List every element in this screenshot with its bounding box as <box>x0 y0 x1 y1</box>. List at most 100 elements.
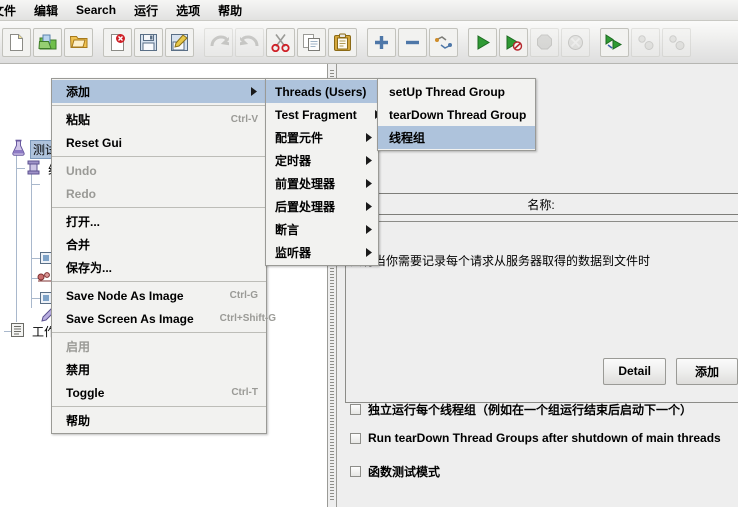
checkbox-box[interactable] <box>350 466 361 477</box>
ctx-merge[interactable]: 合并 <box>52 233 266 256</box>
ctx-open-label: 打开... <box>66 215 101 229</box>
chevron-right-icon <box>348 248 373 257</box>
ctx-save-node-as-image-accel: Ctrl-G <box>229 290 258 301</box>
stop-remote-all-button[interactable] <box>631 27 660 57</box>
paste-button[interactable] <box>328 27 357 57</box>
submenu-pre-processor[interactable]: 前置处理器 <box>266 172 378 195</box>
chevron-right-icon <box>348 179 373 188</box>
ctx-save-node-as-image[interactable]: Save Node As Image Ctrl-G <box>52 284 266 307</box>
ctx-enable-label: 启用 <box>66 340 91 354</box>
ctx-undo[interactable]: Undo <box>52 159 266 182</box>
checkbox-label: Run tearDown Thread Groups after shutdow… <box>368 431 721 445</box>
add-submenu[interactable]: Threads (Users) Test Fragment 配置元件 定时器 前… <box>265 78 391 266</box>
tree-line <box>16 168 25 169</box>
ctx-disable[interactable]: 禁用 <box>52 358 266 381</box>
ctx-save-node-as-image-label: Save Node As Image <box>66 288 184 303</box>
submenu-test-fragment[interactable]: Test Fragment <box>266 103 381 126</box>
close-button[interactable] <box>103 27 132 57</box>
ctx-redo[interactable]: Redo <box>52 182 266 205</box>
checkbox-run-thread-groups-consecutively[interactable]: 独立运行每个线程组（例如在一个组运行结束后启动下一个） <box>350 401 692 418</box>
submenu-config-element-label: 配置元件 <box>275 131 324 145</box>
threads-users-submenu[interactable]: setUp Thread Group tearDown Thread Group… <box>377 78 536 151</box>
start-button[interactable] <box>468 27 497 57</box>
redo-button[interactable] <box>235 27 264 57</box>
collapse-all-button[interactable] <box>398 27 427 57</box>
submenu-assertion[interactable]: 断言 <box>266 218 378 241</box>
ctx-save-as[interactable]: 保存为... <box>52 256 266 279</box>
menu-file[interactable]: 文件 <box>0 0 25 21</box>
ctx-paste[interactable]: 粘贴 Ctrl-V <box>52 108 266 131</box>
expand-all-button[interactable] <box>367 27 396 57</box>
name-field-row: 名称: <box>344 193 738 215</box>
threads-thread-group-label: 线程组 <box>389 131 426 145</box>
toggle-button[interactable] <box>429 27 458 57</box>
editor-button-row: Detail 添加 <box>337 354 738 388</box>
ctx-merge-label: 合并 <box>66 238 91 252</box>
ctx-toggle-accel: Ctrl-T <box>231 387 258 398</box>
submenu-timer-label: 定时器 <box>275 154 312 168</box>
add-button[interactable]: 添加 <box>676 357 738 385</box>
menu-bar: 文件 编辑 Search 运行 选项 帮助 <box>0 0 738 21</box>
ctx-enable[interactable]: 启用 <box>52 335 266 358</box>
submenu-pre-processor-label: 前置处理器 <box>275 177 336 191</box>
threads-teardown-thread-group-label: tearDown Thread Group <box>389 107 527 122</box>
copy-button[interactable] <box>297 27 326 57</box>
threads-thread-group[interactable]: 线程组 <box>378 126 535 149</box>
save-as-button[interactable] <box>165 27 194 57</box>
new-from-template-button[interactable] <box>33 27 62 57</box>
shutdown-remote-all-button[interactable] <box>662 27 691 57</box>
submenu-listener[interactable]: 监听器 <box>266 241 378 264</box>
menu-separator <box>52 332 266 333</box>
start-remote-all-button[interactable] <box>600 27 629 57</box>
undo-button[interactable] <box>204 27 233 57</box>
menu-separator <box>52 406 266 407</box>
ctx-open[interactable]: 打开... <box>52 210 266 233</box>
open-folder-button[interactable] <box>64 27 93 57</box>
submenu-config-element[interactable]: 配置元件 <box>266 126 378 149</box>
name-label: 名称: <box>527 197 555 212</box>
new-file-button[interactable] <box>2 27 31 57</box>
menu-search[interactable]: Search <box>67 1 125 19</box>
checkbox-run-teardown-after-shutdown[interactable]: Run tearDown Thread Groups after shutdow… <box>350 431 721 445</box>
shutdown-button[interactable] <box>561 27 590 57</box>
submenu-threads-users[interactable]: Threads (Users) <box>266 80 391 103</box>
start-no-timers-button[interactable] <box>499 27 528 57</box>
menu-options[interactable]: 选项 <box>167 0 209 21</box>
chevron-right-icon <box>348 202 373 211</box>
cut-button[interactable] <box>266 27 295 57</box>
menu-edit[interactable]: 编辑 <box>25 0 67 21</box>
detail-button[interactable]: Detail <box>603 357 666 385</box>
ctx-toggle[interactable]: Toggle Ctrl-T <box>52 381 266 404</box>
ctx-save-screen-as-image-accel: Ctrl+Shift-G <box>219 313 277 324</box>
ctx-toggle-label: Toggle <box>66 385 105 400</box>
ctx-reset-gui-label: Reset Gui <box>66 135 123 150</box>
save-button[interactable] <box>134 27 163 57</box>
ctx-undo-label: Undo <box>66 163 97 178</box>
chevron-right-icon <box>348 225 373 234</box>
ctx-add[interactable]: 添加 <box>52 80 266 103</box>
chevron-right-icon <box>348 156 373 165</box>
tree-line <box>16 152 17 322</box>
tree-context-menu[interactable]: 添加 粘贴 Ctrl-V Reset Gui Undo Redo 打开... 合… <box>51 78 276 434</box>
menu-help[interactable]: 帮助 <box>209 0 251 21</box>
ctx-help[interactable]: 帮助 <box>52 409 266 432</box>
checkbox-box[interactable] <box>350 404 361 415</box>
menu-separator <box>52 105 266 106</box>
submenu-post-processor[interactable]: 后置处理器 <box>266 195 378 218</box>
threads-setup-thread-group-label: setUp Thread Group <box>389 84 506 99</box>
chevron-right-icon <box>233 87 258 96</box>
threads-teardown-thread-group[interactable]: tearDown Thread Group <box>378 103 535 126</box>
threads-setup-thread-group[interactable]: setUp Thread Group <box>378 80 535 103</box>
menu-run[interactable]: 运行 <box>125 0 167 21</box>
checkbox-label: 函数测试模式 <box>368 465 441 479</box>
ctx-disable-label: 禁用 <box>66 363 91 377</box>
checkbox-box[interactable] <box>350 432 361 444</box>
submenu-timer[interactable]: 定时器 <box>266 149 378 172</box>
ctx-reset-gui[interactable]: Reset Gui <box>52 131 266 154</box>
checkbox-functional-test-mode[interactable]: 函数测试模式 <box>350 463 440 480</box>
ctx-save-screen-as-image[interactable]: Save Screen As Image Ctrl+Shift-G <box>52 307 276 330</box>
ctx-paste-label: 粘贴 <box>66 113 91 127</box>
stop-button[interactable] <box>530 27 559 57</box>
chevron-right-icon <box>348 133 373 142</box>
submenu-post-processor-label: 后置处理器 <box>275 200 336 214</box>
